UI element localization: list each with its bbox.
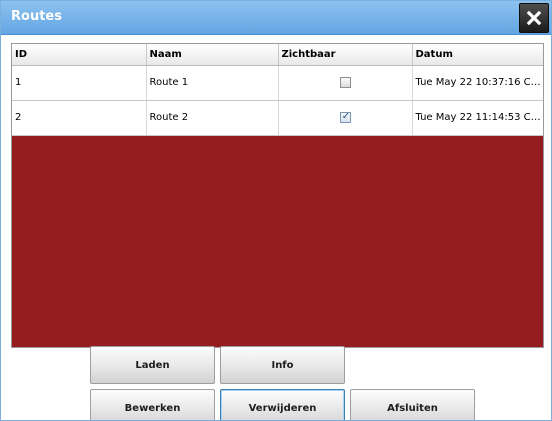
- close-dialog-button[interactable]: Afsluiten: [350, 389, 475, 420]
- cell-id[interactable]: 1: [12, 65, 147, 101]
- cell-date[interactable]: Tue May 22 11:14:53 CEST 2...: [412, 100, 543, 136]
- routes-table: ID Naam Zichtbaar Datum 1 Route 1 Tue Ma…: [12, 44, 543, 136]
- cell-name[interactable]: Route 1: [146, 65, 279, 101]
- cell-name[interactable]: Route 2: [146, 100, 279, 136]
- routes-table-panel: ID Naam Zichtbaar Datum 1 Route 1 Tue Ma…: [11, 43, 544, 348]
- cell-date[interactable]: Tue May 22 10:37:16 CEST 2...: [412, 65, 543, 101]
- cell-visible[interactable]: [278, 65, 413, 101]
- column-header-date[interactable]: Datum: [412, 44, 543, 66]
- routes-dialog: Routes ID Naam Zichtbaar Datum 1 Route 1…: [0, 0, 552, 421]
- column-header-name[interactable]: Naam: [146, 44, 279, 66]
- close-button[interactable]: [519, 3, 549, 33]
- info-button[interactable]: Info: [220, 346, 345, 384]
- edit-button[interactable]: Bewerken: [90, 389, 215, 420]
- visible-checkbox[interactable]: [339, 76, 351, 88]
- column-header-visible[interactable]: Zichtbaar: [278, 44, 413, 66]
- visible-checkbox[interactable]: ✓: [339, 111, 351, 123]
- close-icon: [526, 10, 542, 26]
- table-row[interactable]: 2 Route 2 ✓ Tue May 22 11:14:53 CEST 2..…: [12, 100, 543, 136]
- title-bar: Routes: [1, 1, 551, 35]
- cell-id[interactable]: 2: [12, 100, 147, 136]
- column-header-id[interactable]: ID: [12, 44, 147, 66]
- table-row[interactable]: 1 Route 1 Tue May 22 10:37:16 CEST 2...: [12, 65, 543, 101]
- load-button[interactable]: Laden: [90, 346, 215, 384]
- table-header-row: ID Naam Zichtbaar Datum: [12, 44, 543, 66]
- window-title: Routes: [11, 9, 62, 24]
- delete-button[interactable]: Verwijderen: [220, 389, 345, 420]
- cell-visible[interactable]: ✓: [278, 100, 413, 136]
